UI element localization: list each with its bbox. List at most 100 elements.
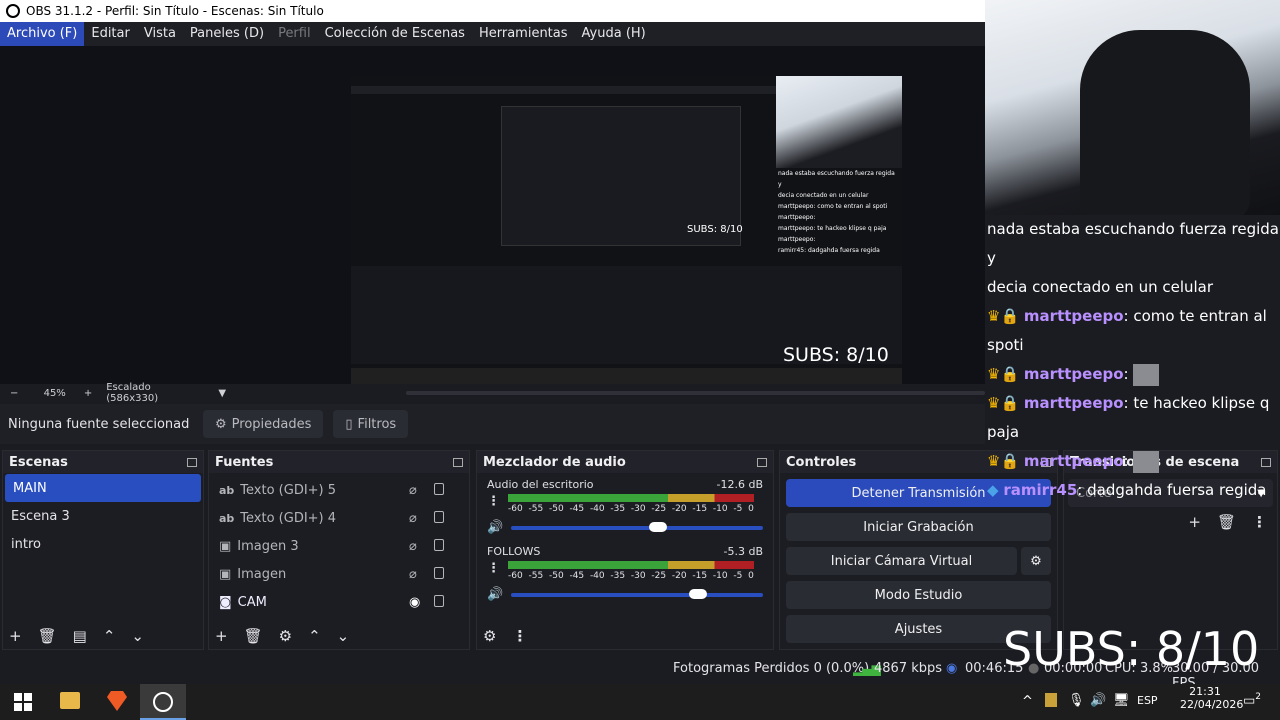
remove-source-button[interactable]: 🗑	[244, 627, 263, 645]
stream-preview[interactable]: nada estaba escuchando fuerza regida y d…	[351, 76, 902, 384]
volume-slider[interactable]	[511, 588, 763, 599]
menu-herramientas[interactable]: Herramientas	[472, 22, 575, 46]
lock-icon[interactable]	[434, 539, 444, 551]
emote-icon	[1133, 363, 1160, 386]
hidden-eye-icon[interactable]: ⌀	[409, 483, 417, 498]
tray-app-icon[interactable]	[1045, 693, 1057, 707]
scene-item-escena-3[interactable]: Escena 3	[3, 502, 203, 530]
lock-icon[interactable]	[434, 567, 444, 579]
add-source-button[interactable]: +	[215, 627, 228, 645]
chat-line: ◆ ramirr45: dadgahda fuersa regida	[987, 481, 1267, 499]
channel-menu-icon[interactable]: ⋮	[487, 494, 500, 514]
scene-filters-button[interactable]: ▤	[73, 627, 87, 645]
volume-slider-knob[interactable]	[689, 588, 708, 599]
lock-icon[interactable]	[434, 483, 444, 495]
windows-start-icon[interactable]	[14, 693, 32, 711]
obs-taskbar-button[interactable]	[140, 684, 186, 720]
lock-icon[interactable]	[434, 511, 444, 523]
properties-button[interactable]: ⚙ Propiedades	[203, 410, 324, 438]
source-item[interactable]: ab Texto (GDI+) 4 ⌀	[209, 504, 469, 532]
file-explorer-icon[interactable]	[60, 692, 80, 709]
move-scene-down-button[interactable]: ⌄	[131, 627, 144, 645]
preview-nested-menu	[351, 86, 781, 94]
channel-menu-icon[interactable]: ⋮	[487, 561, 500, 581]
channel-level: -5.3 dB	[723, 545, 764, 558]
preview-subs-small: SUBS: 8/10	[687, 224, 743, 235]
badge-icon: 🔒	[1000, 307, 1020, 325]
badge-icon: 🔒	[1000, 365, 1020, 383]
menu-coleccion-escenas[interactable]: Colección de Escenas	[318, 22, 472, 46]
move-source-up-button[interactable]: ⌃	[308, 627, 321, 645]
brave-browser-icon[interactable]	[107, 691, 127, 711]
tray-chevron-icon[interactable]: ^	[1022, 694, 1033, 709]
filters-button[interactable]: ▯ Filtros	[333, 410, 409, 438]
studio-mode-button[interactable]: Modo Estudio	[786, 581, 1051, 609]
crown-icon: ♛	[987, 307, 1001, 325]
undock-icon[interactable]	[757, 457, 767, 467]
volume-slider[interactable]	[511, 521, 763, 532]
menu-ayuda[interactable]: Ayuda (H)	[575, 22, 653, 46]
chat-line: decia conectado en un celular	[987, 278, 1214, 296]
speaker-icon[interactable]: 🔊	[487, 520, 503, 535]
zoom-in-button[interactable]: +	[84, 388, 92, 399]
volume-icon[interactable]: 🔊	[1090, 693, 1106, 708]
undock-icon[interactable]	[187, 457, 197, 467]
hidden-eye-icon[interactable]: ⌀	[409, 539, 417, 554]
microphone-icon[interactable]: 🎙	[1068, 693, 1085, 708]
stream-icon: ◉	[946, 661, 958, 676]
menu-editar[interactable]: Editar	[84, 22, 137, 46]
mixer-menu-icon[interactable]: ⋮	[512, 627, 527, 645]
scene-item-main[interactable]: MAIN	[5, 474, 201, 502]
menu-vista[interactable]: Vista	[137, 22, 183, 46]
lock-icon[interactable]	[434, 595, 444, 607]
preview-chat: nada estaba escuchando fuerza regida y d…	[778, 170, 895, 254]
notifications-icon[interactable]: ▭2	[1243, 692, 1261, 708]
zoom-out-button[interactable]: −	[10, 388, 22, 399]
channel-name: Audio del escritorio	[487, 478, 594, 491]
source-item[interactable]: ◙ CAM ◉	[209, 588, 469, 616]
chat-line: ♛🔒 marttpeepo: como te entran al spoti	[987, 307, 1267, 354]
speaker-icon[interactable]: 🔊	[487, 587, 503, 602]
add-scene-button[interactable]: +	[9, 627, 22, 645]
crown-icon: ♛	[987, 452, 1001, 470]
visible-eye-icon[interactable]: ◉	[409, 595, 420, 610]
volume-slider-knob[interactable]	[649, 521, 668, 532]
move-scene-up-button[interactable]: ⌃	[103, 627, 116, 645]
menu-archivo[interactable]: Archivo (F)	[0, 22, 85, 46]
menu-paneles[interactable]: Paneles (D)	[183, 22, 271, 46]
scaling-dropdown-icon[interactable]: ▼	[218, 388, 226, 399]
scene-item-intro[interactable]: intro	[3, 530, 203, 558]
no-source-label: Ninguna fuente seleccionad	[8, 416, 190, 432]
image-source-icon: ▣	[219, 566, 232, 582]
source-properties-button[interactable]: ⚙	[279, 627, 292, 645]
add-transition-button[interactable]: +	[1188, 513, 1201, 531]
move-source-down-button[interactable]: ⌄	[337, 627, 350, 645]
scenes-title: Escenas	[9, 454, 68, 470]
remove-transition-button[interactable]: 🗑	[1217, 513, 1236, 531]
sources-dock: Fuentes ab Texto (GDI+) 5 ⌀ ab Texto (GDI+)…	[208, 450, 470, 650]
start-recording-button[interactable]: Iniciar Grabación	[786, 513, 1051, 541]
hidden-eye-icon[interactable]: ⌀	[409, 511, 417, 526]
cube-badge-icon: ◆	[987, 481, 999, 499]
horizontal-scrollbar[interactable]	[406, 391, 985, 395]
webcam-overlay	[985, 0, 1280, 215]
undock-icon[interactable]	[453, 457, 463, 467]
remove-scene-button[interactable]: 🗑	[38, 627, 57, 645]
text-source-icon: ab	[219, 511, 235, 525]
source-item[interactable]: ▣ Imagen ⌀	[209, 560, 469, 588]
menu-perfil[interactable]: Perfil	[271, 22, 318, 46]
preview-subs: SUBS: 8/10	[783, 344, 889, 366]
hidden-eye-icon[interactable]: ⌀	[409, 567, 417, 582]
source-toolbar: Ninguna fuente seleccionad ⚙ Propiedades …	[0, 404, 985, 444]
transition-menu-icon[interactable]: ⋮	[1252, 513, 1267, 531]
virtualcam-settings-button[interactable]: ⚙	[1021, 547, 1051, 575]
source-item[interactable]: ab Texto (GDI+) 5 ⌀	[209, 476, 469, 504]
start-virtualcam-button[interactable]: Iniciar Cámara Virtual	[786, 547, 1017, 575]
gear-icon: ⚙	[215, 416, 227, 432]
gear-icon: ⚙	[1030, 553, 1042, 569]
source-item[interactable]: ▣ Imagen 3 ⌀	[209, 532, 469, 560]
language-indicator[interactable]: ESP	[1137, 694, 1158, 707]
mixer-settings-icon[interactable]: ⚙	[483, 627, 496, 645]
clock[interactable]: 21:31 22/04/2026	[1180, 685, 1243, 711]
network-icon[interactable]: 🖥	[1113, 693, 1130, 708]
